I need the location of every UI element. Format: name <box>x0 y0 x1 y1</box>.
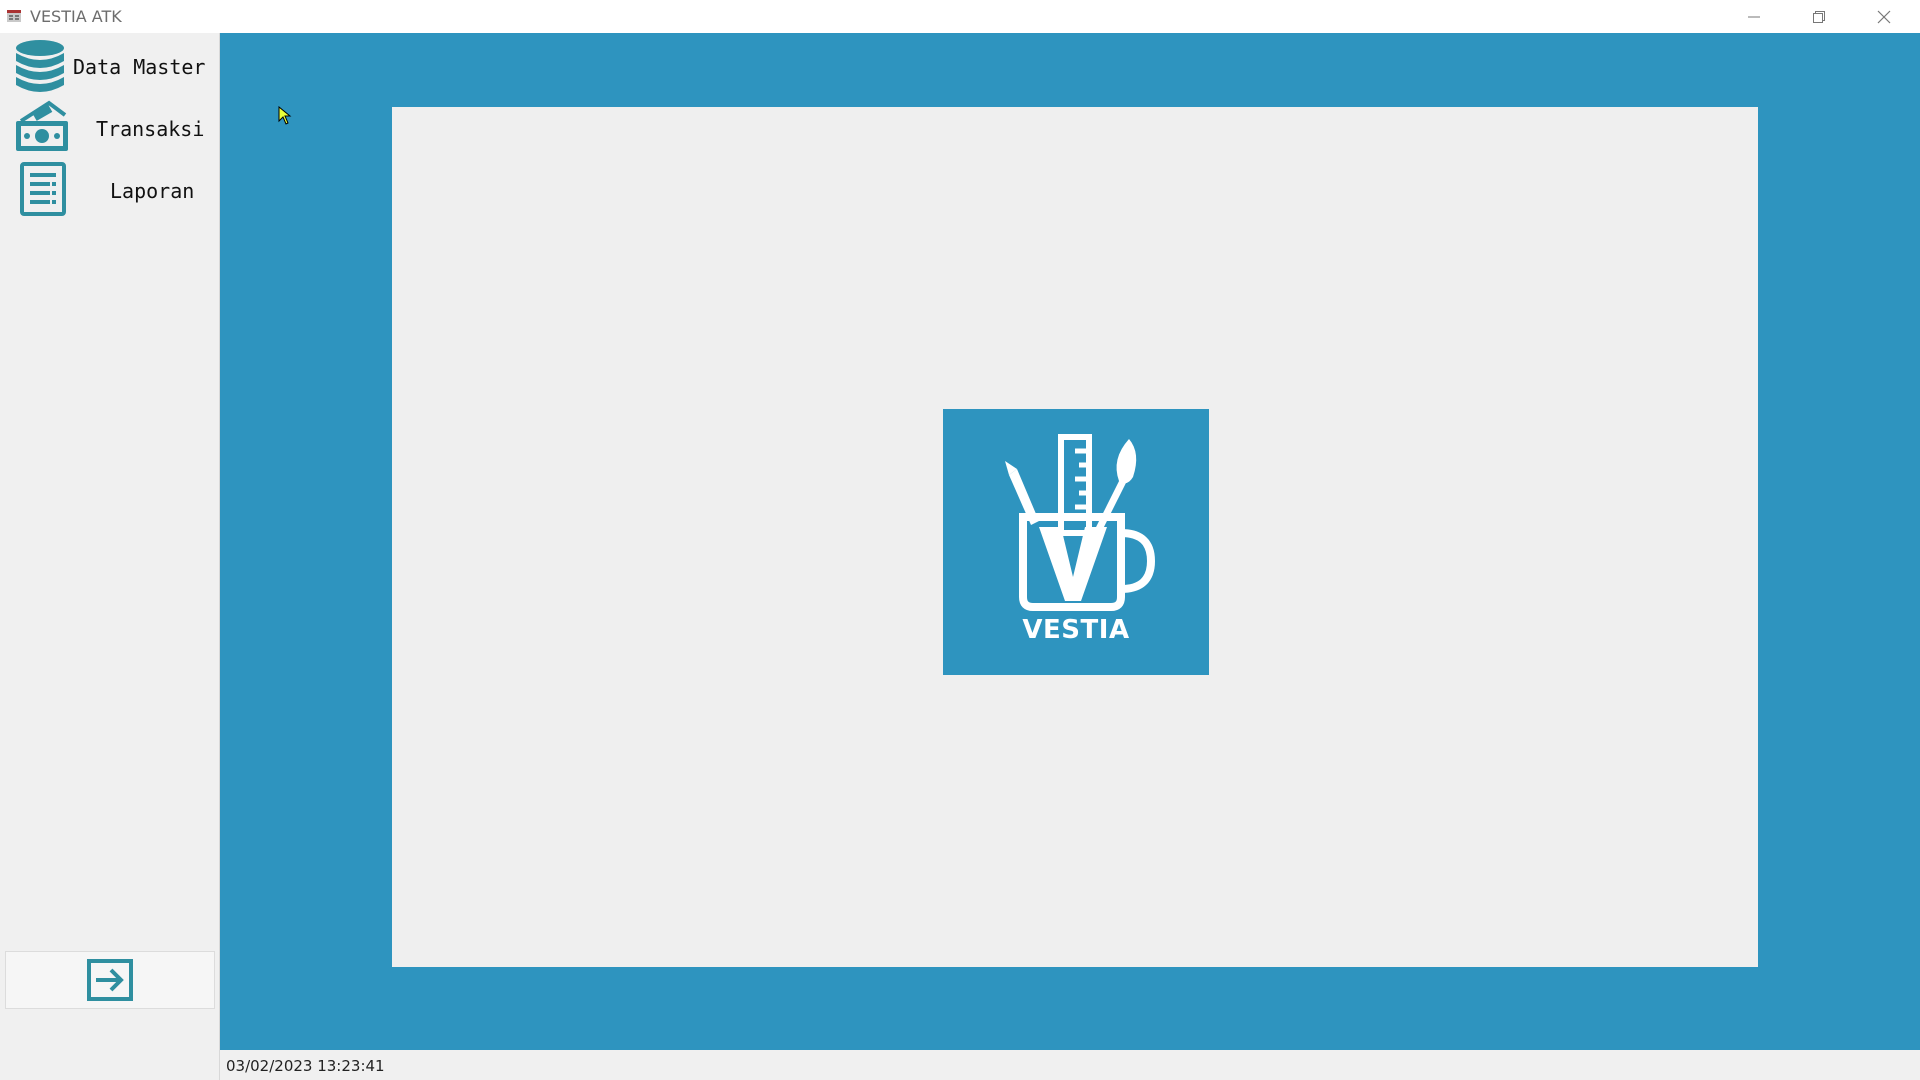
sidebar-item-laporan[interactable]: Laporan <box>0 159 220 219</box>
app-icon <box>7 10 21 22</box>
sidebar-item-label: Data Master <box>73 55 206 79</box>
title-bar: VESTIA ATK <box>0 0 1920 33</box>
vestia-logo: VESTIA <box>943 409 1209 675</box>
close-button[interactable] <box>1852 0 1916 33</box>
mouse-cursor-icon <box>278 106 292 125</box>
sidebar-item-data-master[interactable]: Data Master <box>0 35 220 95</box>
minimize-icon <box>1748 16 1760 17</box>
restore-button[interactable] <box>1787 0 1851 33</box>
minimize-button[interactable] <box>1722 0 1786 33</box>
content-panel: VESTIA <box>392 107 1758 967</box>
sidebar-item-label: Transaksi <box>96 117 205 141</box>
main-area: VESTIA <box>220 33 1920 1050</box>
sidebar: Data Master Transaksi Laporan <box>0 33 220 1080</box>
database-icon <box>16 40 64 92</box>
window-title: VESTIA ATK <box>30 7 122 26</box>
logo-text: VESTIA <box>1022 615 1130 645</box>
status-bar: 03/02/2023 13:23:41 <box>220 1050 1920 1080</box>
status-datetime: 03/02/2023 13:23:41 <box>226 1057 385 1075</box>
close-icon <box>1877 10 1891 23</box>
logout-button[interactable] <box>5 951 215 1009</box>
report-document-icon <box>20 162 66 216</box>
sidebar-item-transaksi[interactable]: Transaksi <box>0 97 220 157</box>
restore-icon <box>1813 10 1825 23</box>
logout-arrow-icon <box>87 959 133 1001</box>
sidebar-item-label: Laporan <box>110 179 195 203</box>
money-hand-icon <box>16 100 68 151</box>
